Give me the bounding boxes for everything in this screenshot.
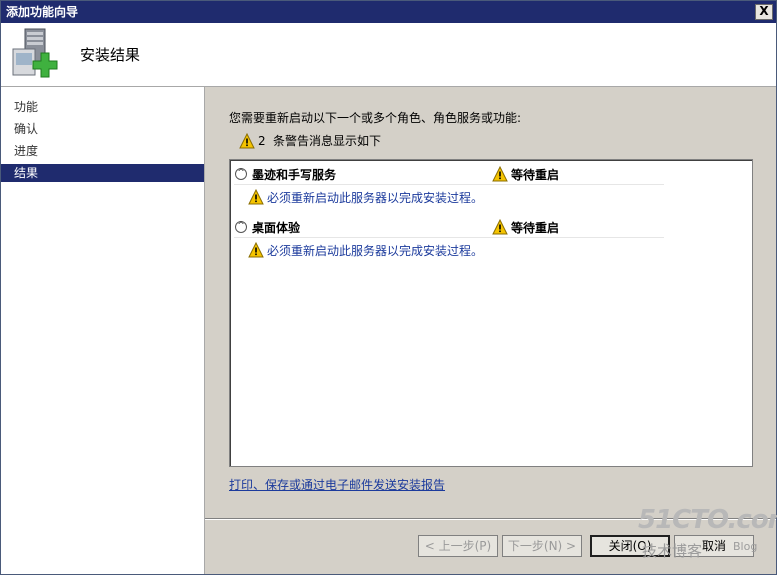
sidebar-item-label: 功能 bbox=[14, 100, 39, 114]
result-message: 必须重新启动此服务器以完成安装过程。 bbox=[267, 244, 484, 258]
title-bar[interactable]: 添加功能向导 X bbox=[1, 1, 776, 23]
warning-icon bbox=[239, 133, 255, 149]
warning-summary-text: 条警告消息显示如下 bbox=[273, 134, 382, 148]
sidebar-item-features[interactable]: 功能 bbox=[1, 98, 204, 116]
warning-count: 2 bbox=[258, 134, 266, 148]
feature-name: 墨迹和手写服务 bbox=[252, 168, 337, 182]
watermark-logo: 51CTO.com bbox=[638, 505, 777, 535]
previous-button[interactable]: < 上一步(P) bbox=[418, 535, 498, 557]
main-content: 您需要重新启动以下一个或多个角色、角色服务或功能: 2 条警告消息显示如下 ^ … bbox=[205, 87, 776, 574]
results-panel[interactable]: ^ 墨迹和手写服务 等待重启 必须重新启动此服务器以完成安装过程。 ^ 桌面体验… bbox=[229, 159, 753, 467]
warning-icon bbox=[248, 189, 264, 205]
warning-icon bbox=[492, 219, 508, 235]
intro-text: 您需要重新启动以下一个或多个角色、角色服务或功能: bbox=[229, 111, 522, 125]
report-link[interactable]: 打印、保存或通过电子邮件发送安装报告 bbox=[229, 476, 445, 493]
sidebar-item-label: 结果 bbox=[14, 166, 39, 180]
window-title: 添加功能向导 bbox=[6, 5, 79, 19]
chevron-up-icon[interactable]: ^ bbox=[235, 221, 247, 233]
chevron-up-icon[interactable]: ^ bbox=[235, 168, 247, 180]
sidebar-item-results[interactable]: 结果 bbox=[1, 164, 204, 182]
feature-status: 等待重启 bbox=[511, 221, 560, 235]
result-message: 必须重新启动此服务器以完成安装过程。 bbox=[267, 191, 484, 205]
warning-icon bbox=[492, 166, 508, 182]
watermark-blog: Blog bbox=[733, 540, 758, 553]
sidebar-item-confirm[interactable]: 确认 bbox=[1, 120, 204, 138]
sidebar: 功能 确认 进度 结果 bbox=[1, 87, 205, 574]
sidebar-item-label: 进度 bbox=[14, 144, 39, 158]
sidebar-item-label: 确认 bbox=[14, 122, 39, 136]
feature-name: 桌面体验 bbox=[252, 221, 301, 235]
feature-status: 等待重启 bbox=[511, 168, 560, 182]
close-window-button[interactable]: X bbox=[755, 4, 773, 20]
wizard-header: 安装结果 bbox=[1, 23, 776, 87]
sidebar-item-progress[interactable]: 进度 bbox=[1, 142, 204, 160]
watermark-caption: 技术博客 bbox=[642, 542, 703, 560]
server-add-icon bbox=[12, 28, 58, 78]
warning-icon bbox=[248, 242, 264, 258]
page-title: 安装结果 bbox=[80, 46, 141, 64]
wizard-window: 添加功能向导 X 安装结果 功能 确认 进度 结果 您需要重新启动以下一个或多个… bbox=[0, 0, 777, 575]
next-button[interactable]: 下一步(N) > bbox=[502, 535, 582, 557]
